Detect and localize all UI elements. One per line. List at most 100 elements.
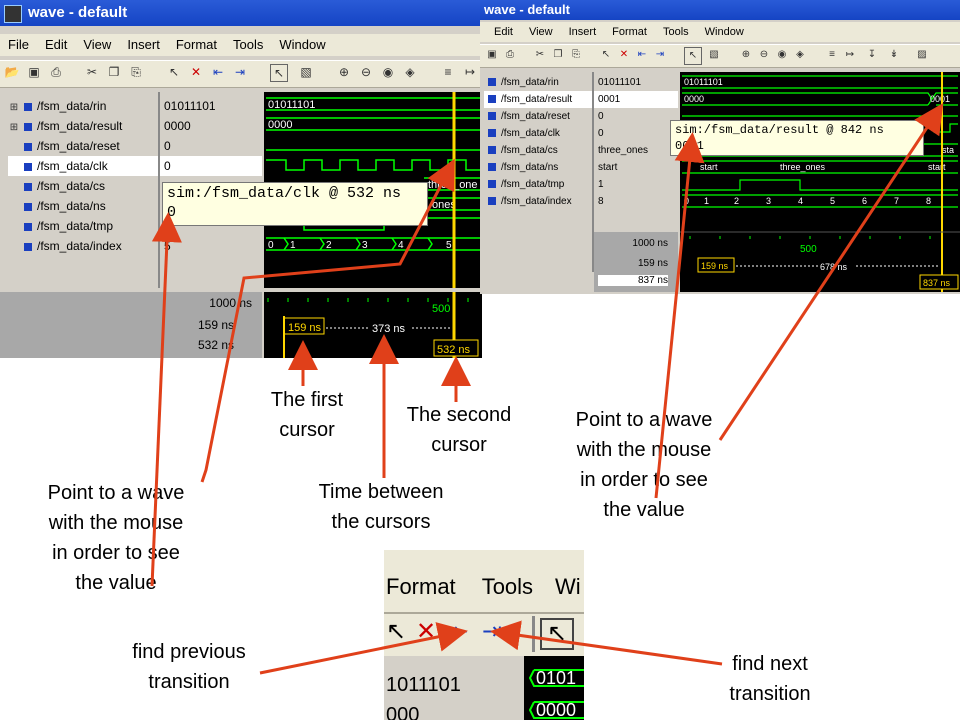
left-window-titlebar[interactable]: wave - default [0,0,482,26]
menu-view[interactable]: View [521,22,561,42]
menu-window[interactable]: Wi [555,574,581,599]
signal-row[interactable]: /fsm_data/ns [484,159,592,176]
paste-icon[interactable]: ⎘ [568,47,584,63]
signal-row[interactable]: /fsm_data/clk [484,125,592,142]
zoom-full-icon[interactable]: ◉ [774,47,790,63]
left-toolbar: 📂 ▣ ⎙ ✂ ❐ ⎘ ↖ ✕ ⇤ ⇥ ↖ ▧ ⊕ ⊖ ◉ ◈ ≡ ↦ [0,60,482,88]
continue-icon[interactable]: ↡ [886,47,902,63]
save-icon[interactable]: ▣ [484,47,500,63]
signal-icon [24,122,32,131]
signal-row[interactable]: /fsm_data/tmp [484,176,592,193]
zoom-area-icon[interactable]: ▧ [298,64,314,80]
signal-value: three_ones [598,145,649,156]
signal-row[interactable]: /fsm_data/ns [8,196,158,216]
delete-cursor-icon[interactable]: ✕ [616,47,632,63]
copy-icon[interactable]: ❐ [550,47,566,63]
print-icon[interactable]: ⎙ [48,64,64,80]
find-previous-transition-icon[interactable]: ⇤ [448,618,468,646]
zoom-full-icon[interactable]: ◉ [380,64,396,80]
right-window-titlebar[interactable]: wave - default [480,0,960,20]
menu-tools[interactable]: Tools [482,574,533,599]
signal-row-selected[interactable]: /fsm_data/result [484,91,592,108]
zoom-out-icon[interactable]: ⊖ [358,64,374,80]
signal-icon [24,102,32,111]
wave-text-index: 8 [926,196,931,206]
zoom-menubar: Format Tools Wi [384,574,584,600]
paste-icon[interactable]: ⎘ [128,64,144,80]
menu-insert[interactable]: Insert [119,34,168,56]
signal-row[interactable]: /fsm_data/index [484,193,592,210]
signal-row[interactable]: ⊞/fsm_data/rin [8,96,158,116]
signal-row[interactable]: /fsm_data/cs [8,176,158,196]
zoom-cursor-icon[interactable]: ◈ [792,47,808,63]
delete-cursor-icon[interactable]: ✕ [188,64,204,80]
menu-file[interactable]: File [0,34,37,56]
signal-row[interactable]: ⊞/fsm_data/result [8,116,158,136]
cut-icon[interactable]: ✂ [532,47,548,63]
tooltip-line1: sim:/fsm_data/result @ 842 ns [675,123,884,137]
zoom-cursor-icon[interactable]: ◈ [402,64,418,80]
signal-row[interactable]: /fsm_data/rin [484,74,592,91]
now-time: 1000 ns [632,238,668,249]
list-icon[interactable]: ≡ [440,64,456,80]
find-previous-transition-icon[interactable]: ⇤ [634,47,650,63]
window-app-icon [4,5,22,23]
cursor2-box-label: 532 ns [437,344,471,356]
break-icon[interactable]: ▨ [914,47,930,63]
find-next-transition-icon[interactable]: ⇥ [652,47,668,63]
signal-row[interactable]: /fsm_data/cs [484,142,592,159]
open-icon[interactable]: 📂 [4,64,20,80]
menu-tools[interactable]: Tools [655,22,697,42]
select-mode-icon[interactable]: ↖ [684,47,702,65]
signal-row[interactable]: /fsm_data/index [8,236,158,256]
menu-edit[interactable]: Edit [486,22,521,42]
expand-icon[interactable]: ⊞ [8,118,20,138]
signal-value: 0 [598,128,604,139]
run-icon[interactable]: ↧ [864,47,880,63]
menu-window[interactable]: Window [697,22,752,42]
pointer-icon[interactable]: ↖ [166,64,182,80]
pointer-icon[interactable]: ↖ [598,47,614,63]
select-mode-icon[interactable]: ↖ [270,64,288,82]
menu-edit[interactable]: Edit [37,34,75,56]
find-next-transition-icon[interactable]: ⇥ [482,618,502,646]
menu-window[interactable]: Window [271,34,333,56]
annotation-find-previous: find previous transition [132,641,246,693]
menu-view[interactable]: View [75,34,119,56]
signal-row[interactable]: /fsm_data/tmp [8,216,158,236]
copy-icon[interactable]: ❐ [106,64,122,80]
expand-icon[interactable]: ⊞ [8,98,20,118]
wave-text-ns-a: start [700,162,718,172]
find-previous-transition-icon[interactable]: ⇤ [210,64,226,80]
right-wave-pane[interactable]: 01011101 0000 0001 start three_ones sta … [680,72,960,292]
list-icon[interactable]: ≡ [824,47,840,63]
wave-text-index: 7 [894,196,899,206]
signal-icon [488,129,496,138]
diff-label: 678 ns [820,262,848,272]
signal-row-selected[interactable]: /fsm_data/clk [8,156,158,176]
menu-insert[interactable]: Insert [561,22,605,42]
signal-icon [24,162,32,171]
delete-cursor-icon[interactable]: ✕ [416,618,436,646]
menu-format[interactable]: Format [604,22,655,42]
menu-tools[interactable]: Tools [225,34,271,56]
signal-row[interactable]: /fsm_data/reset [8,136,158,156]
left-signal-pane: ⊞/fsm_data/rin ⊞/fsm_data/result /fsm_da… [8,92,160,288]
zoom-out-icon[interactable]: ⊖ [756,47,772,63]
zoom-in-icon[interactable]: ⊕ [336,64,352,80]
select-mode-icon[interactable]: ↖ [540,618,574,650]
find-next-transition-icon[interactable]: ⇥ [232,64,248,80]
left-timeline-pane[interactable]: 500 159 ns 373 ns 532 ns [264,292,482,358]
signal-row[interactable]: /fsm_data/reset [484,108,592,125]
pointer-icon[interactable]: ↖ [386,618,406,646]
zoom-in-icon[interactable]: ⊕ [738,47,754,63]
menu-format[interactable]: Format [168,34,225,56]
print-icon[interactable]: ⎙ [502,47,518,63]
menu-format[interactable]: Format [386,574,456,599]
step-icon[interactable]: ↦ [842,47,858,63]
cut-icon[interactable]: ✂ [84,64,100,80]
zoom-area-icon[interactable]: ▧ [706,47,722,63]
step-icon[interactable]: ↦ [462,64,478,80]
save-icon[interactable]: ▣ [26,64,42,80]
left-value-tooltip: sim:/fsm_data/clk @ 532 ns 0 [162,182,428,226]
